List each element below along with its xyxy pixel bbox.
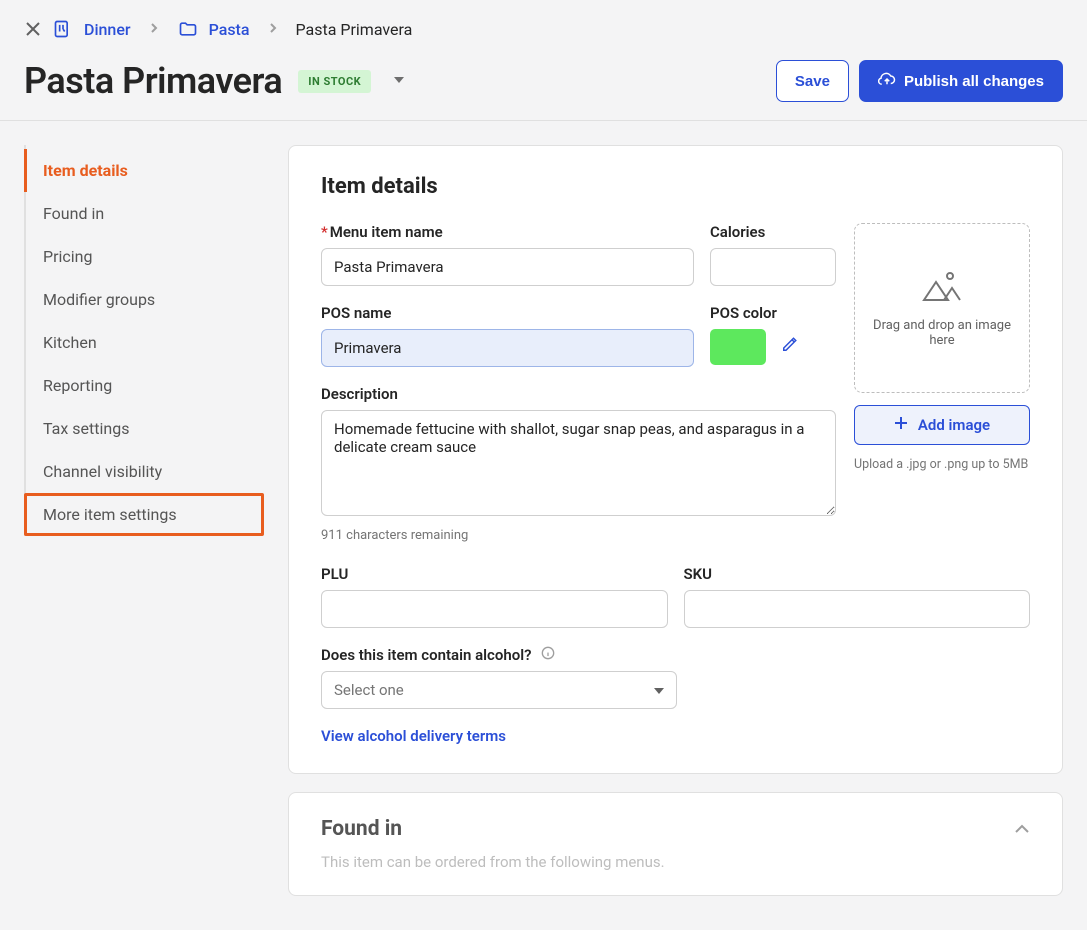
image-helper: Upload a .jpg or .png up to 5MB xyxy=(854,457,1030,472)
save-button[interactable]: Save xyxy=(776,60,849,102)
found-title: Found in xyxy=(321,817,402,841)
found-subtitle: This item can be ordered from the follow… xyxy=(321,853,1030,871)
sidebar-item-channel[interactable]: Channel visibility xyxy=(24,450,264,493)
chevron-up-icon[interactable] xyxy=(1014,820,1030,838)
chevron-right-icon xyxy=(260,21,286,37)
sidebar-item-foundin[interactable]: Found in xyxy=(24,192,264,235)
close-icon[interactable] xyxy=(24,20,42,38)
plu-input[interactable] xyxy=(321,590,668,628)
sku-input[interactable] xyxy=(684,590,1031,628)
sidebar-item-kitchen[interactable]: Kitchen xyxy=(24,321,264,364)
menu-book-icon xyxy=(52,18,74,40)
description-label: Description xyxy=(321,385,836,403)
alcohol-label: Does this item contain alcohol? xyxy=(321,646,1030,664)
poscolor-label: POS color xyxy=(710,304,836,322)
item-details-card: Item details *Menu item name Calories xyxy=(288,145,1063,774)
page-header: Pasta Primavera IN STOCK Save Publish al… xyxy=(0,54,1087,121)
stock-badge: IN STOCK xyxy=(298,70,371,93)
item-details-heading: Item details xyxy=(321,174,1030,199)
image-dropzone[interactable]: Drag and drop an image here xyxy=(854,223,1030,393)
alcohol-terms-link[interactable]: View alcohol delivery terms xyxy=(321,727,506,745)
sidebar-item-reporting[interactable]: Reporting xyxy=(24,364,264,407)
folder-icon xyxy=(177,18,199,40)
description-input[interactable]: Homemade fettucine with shallot, sugar s… xyxy=(321,410,836,516)
sidebar-item-tax[interactable]: Tax settings xyxy=(24,407,264,450)
calories-input[interactable] xyxy=(710,248,836,286)
dropzone-text: Drag and drop an image here xyxy=(867,318,1017,348)
chevron-right-icon xyxy=(141,21,167,37)
add-image-button[interactable]: Add image xyxy=(854,405,1030,445)
posname-label: POS name xyxy=(321,304,694,322)
cloud-upload-icon xyxy=(878,70,896,92)
sidebar-item-pricing[interactable]: Pricing xyxy=(24,235,264,278)
sidebar: Item details Found in Pricing Modifier g… xyxy=(24,145,264,536)
sidebar-item-modifier[interactable]: Modifier groups xyxy=(24,278,264,321)
publish-button[interactable]: Publish all changes xyxy=(859,60,1063,102)
eyedropper-icon[interactable] xyxy=(780,336,798,358)
publish-button-label: Publish all changes xyxy=(904,73,1044,90)
plu-label: PLU xyxy=(321,565,668,583)
breadcrumb-level2[interactable]: Pasta xyxy=(209,20,250,39)
pos-color-swatch[interactable] xyxy=(710,329,766,365)
breadcrumb-current: Pasta Primavera xyxy=(296,20,413,39)
image-placeholder-icon xyxy=(920,268,964,308)
add-image-label: Add image xyxy=(918,416,990,434)
sku-label: SKU xyxy=(684,565,1031,583)
sidebar-item-details[interactable]: Item details xyxy=(24,149,264,192)
alcohol-select[interactable] xyxy=(321,671,677,709)
posname-input[interactable] xyxy=(321,329,694,367)
breadcrumb: Dinner Pasta Pasta Primavera xyxy=(0,0,1087,54)
sidebar-item-more[interactable]: More item settings xyxy=(24,493,264,536)
info-icon[interactable] xyxy=(541,648,555,664)
calories-label: Calories xyxy=(710,223,836,241)
plus-icon xyxy=(894,416,908,434)
stock-dropdown-caret[interactable] xyxy=(393,74,405,88)
breadcrumb-level1[interactable]: Dinner xyxy=(84,20,131,39)
found-in-card: Found in This item can be ordered from t… xyxy=(288,792,1063,896)
page-title: Pasta Primavera xyxy=(24,60,282,102)
description-helper: 911 characters remaining xyxy=(321,528,836,543)
name-label: *Menu item name xyxy=(321,223,694,241)
name-input[interactable] xyxy=(321,248,694,286)
